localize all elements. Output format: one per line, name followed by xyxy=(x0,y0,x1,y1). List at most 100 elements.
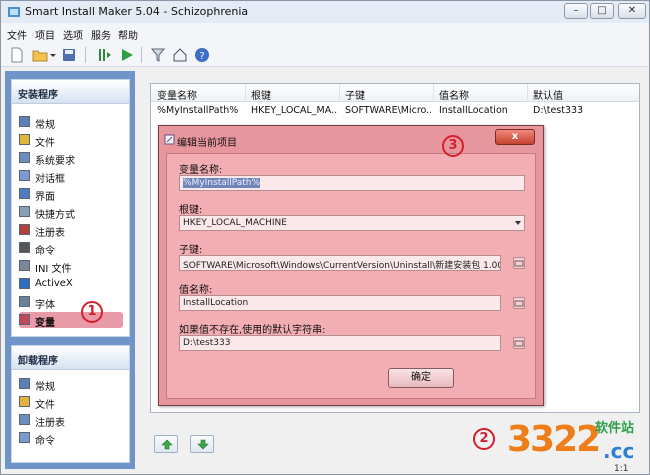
sidebar-item[interactable]: 注册表 xyxy=(19,222,123,239)
root-key-select[interactable]: HKEY_LOCAL_MACHINE xyxy=(179,215,525,231)
browse-default-button[interactable] xyxy=(513,337,525,349)
sidebar-uninstall-item[interactable]: 注册表 xyxy=(19,412,123,429)
table-cell: D:\test333 xyxy=(533,105,584,116)
ini-file-icon xyxy=(19,260,30,271)
watermark-number: 3322 xyxy=(507,419,601,460)
title-bar: Smart Install Maker 5.04 - Schizophrenia… xyxy=(1,1,649,23)
watermark-suffix: .cc xyxy=(603,439,635,463)
sidebar-item-label: 界面 xyxy=(35,192,55,203)
column-header[interactable]: 值名称 xyxy=(439,87,469,102)
window-title: Smart Install Maker 5.04 - Schizophrenia xyxy=(25,5,249,18)
help-icon[interactable]: ? xyxy=(194,47,210,63)
column-header[interactable]: 子键 xyxy=(345,87,365,102)
sidebar-uninstall-item[interactable]: 常规 xyxy=(19,376,123,393)
sidebar-item-label: 字体 xyxy=(35,300,55,311)
registry-icon xyxy=(19,414,30,425)
watermark-cn: 软件站 xyxy=(595,421,635,436)
commands-icon xyxy=(19,432,30,443)
menu-project[interactable]: 项目 xyxy=(35,27,55,42)
browse-icon xyxy=(514,300,524,307)
dialog-close-button[interactable]: x xyxy=(495,129,535,145)
close-button[interactable]: ✕ xyxy=(618,3,646,19)
general-icon xyxy=(19,378,30,389)
root-key-label: 根键: xyxy=(179,205,203,216)
menu-file[interactable]: 文件 xyxy=(7,27,27,42)
column-header[interactable]: 根键 xyxy=(251,87,271,102)
sidebar-uninstall-item-label: 命令 xyxy=(35,436,55,447)
filter-icon[interactable] xyxy=(150,47,166,63)
maximize-button[interactable]: □ xyxy=(590,3,614,19)
value-name-input[interactable]: InstallLocation xyxy=(179,295,501,311)
home-icon[interactable] xyxy=(172,47,188,63)
sidebar-item[interactable]: 界面 xyxy=(19,186,123,203)
uninstall-group-title[interactable]: 卸载程序 xyxy=(12,346,129,370)
sidebar-item[interactable]: 变量 xyxy=(19,312,123,329)
sidebar-item[interactable]: 快捷方式 xyxy=(19,204,123,221)
browse-value-button[interactable] xyxy=(513,297,525,309)
move-down-button[interactable] xyxy=(190,435,214,453)
browse-registry-button[interactable] xyxy=(513,257,525,269)
fonts-icon xyxy=(19,296,30,307)
dropdown-arrow-icon[interactable] xyxy=(49,47,57,63)
table-cell: HKEY_LOCAL_MA... xyxy=(251,105,337,116)
table-cell: InstallLocation xyxy=(439,105,508,116)
value-name-label: 值名称: xyxy=(179,285,213,296)
toolbar-separator xyxy=(85,47,86,63)
sidebar-item[interactable]: 系统要求 xyxy=(19,150,123,167)
annotation-marker-1: 1 xyxy=(81,301,103,323)
ok-button[interactable]: 确定 xyxy=(388,368,454,388)
table-cell: SOFTWARE\Micro... xyxy=(345,105,431,116)
build-icon[interactable] xyxy=(97,47,113,63)
registry-icon xyxy=(19,224,30,235)
run-icon[interactable] xyxy=(119,47,135,63)
table-row[interactable]: %MyInstallPath% HKEY_LOCAL_MA... SOFTWAR… xyxy=(151,103,639,119)
shortcuts-icon xyxy=(19,206,30,217)
navigation-pane: 安装程序 常规 文件 系统要求 对话框 界面 快捷方式 注册表 命令 INI 文件 ActiveX… xyxy=(5,71,135,469)
sidebar-uninstall-item-label: 注册表 xyxy=(35,418,65,429)
dialog-title: 编辑当前项目 xyxy=(177,138,237,149)
browse-icon xyxy=(514,340,524,347)
new-file-icon[interactable] xyxy=(9,47,25,63)
install-group-title[interactable]: 安装程序 xyxy=(12,80,129,104)
move-up-button[interactable] xyxy=(154,435,178,453)
interface-icon xyxy=(19,188,30,199)
sidebar-item[interactable]: INI 文件 xyxy=(19,258,123,275)
commands-icon xyxy=(19,242,30,253)
minimize-button[interactable]: – xyxy=(564,3,588,19)
zoom-level: 1:1 xyxy=(614,464,629,474)
uninstall-group: 卸载程序 常规文件注册表命令 xyxy=(11,345,130,463)
sidebar-uninstall-item-label: 常规 xyxy=(35,382,55,393)
arrow-down-icon xyxy=(197,439,209,450)
sidebar-item-label: 快捷方式 xyxy=(35,210,75,221)
open-folder-icon[interactable] xyxy=(32,47,48,63)
sidebar-item-label: 文件 xyxy=(35,138,55,149)
browse-icon xyxy=(514,260,524,267)
save-icon[interactable] xyxy=(61,47,77,63)
sidebar-item[interactable]: 文件 xyxy=(19,132,123,149)
install-group: 安装程序 常规文件系统要求 对话框界面快捷方式 注册表 命令 INI 文件 ActiveX… xyxy=(11,79,130,337)
menu-help[interactable]: 帮助 xyxy=(118,27,138,42)
sidebar-item[interactable]: 命令 xyxy=(19,240,123,257)
list-header: 变量名称 根键 子键 值名称 默认值 xyxy=(151,84,639,102)
sidebar-item-label: 系统要求 xyxy=(35,156,75,167)
menu-options[interactable]: 选项 xyxy=(63,27,83,42)
sidebar-uninstall-item[interactable]: 文件 xyxy=(19,394,123,411)
sidebar-uninstall-item-label: 文件 xyxy=(35,400,55,411)
toolbar-separator xyxy=(141,47,142,63)
column-header[interactable]: 默认值 xyxy=(533,87,563,102)
var-name-input[interactable]: %MyInstallPath% xyxy=(179,175,525,191)
sidebar-item[interactable]: ActiveX xyxy=(19,276,123,292)
subkey-input[interactable]: SOFTWARE\Microsoft\Windows\CurrentVersio… xyxy=(179,255,501,271)
sidebar-uninstall-item[interactable]: 命令 xyxy=(19,430,123,447)
var-name-label: 变量名称: xyxy=(179,165,223,176)
default-string-input[interactable]: D:\test333 xyxy=(179,335,501,351)
default-string-label: 如果值不存在,使用的默认字符串: xyxy=(179,325,326,336)
sidebar-item[interactable]: 对话框 xyxy=(19,168,123,185)
sidebar-item[interactable]: 字体 xyxy=(19,294,123,311)
annotation-marker-3: 3 xyxy=(442,135,464,157)
chevron-down-icon xyxy=(515,221,521,225)
menu-service[interactable]: 服务 xyxy=(91,27,111,42)
activex-icon xyxy=(19,278,30,289)
sidebar-item[interactable]: 常规 xyxy=(19,114,123,131)
column-header[interactable]: 变量名称 xyxy=(157,87,197,102)
